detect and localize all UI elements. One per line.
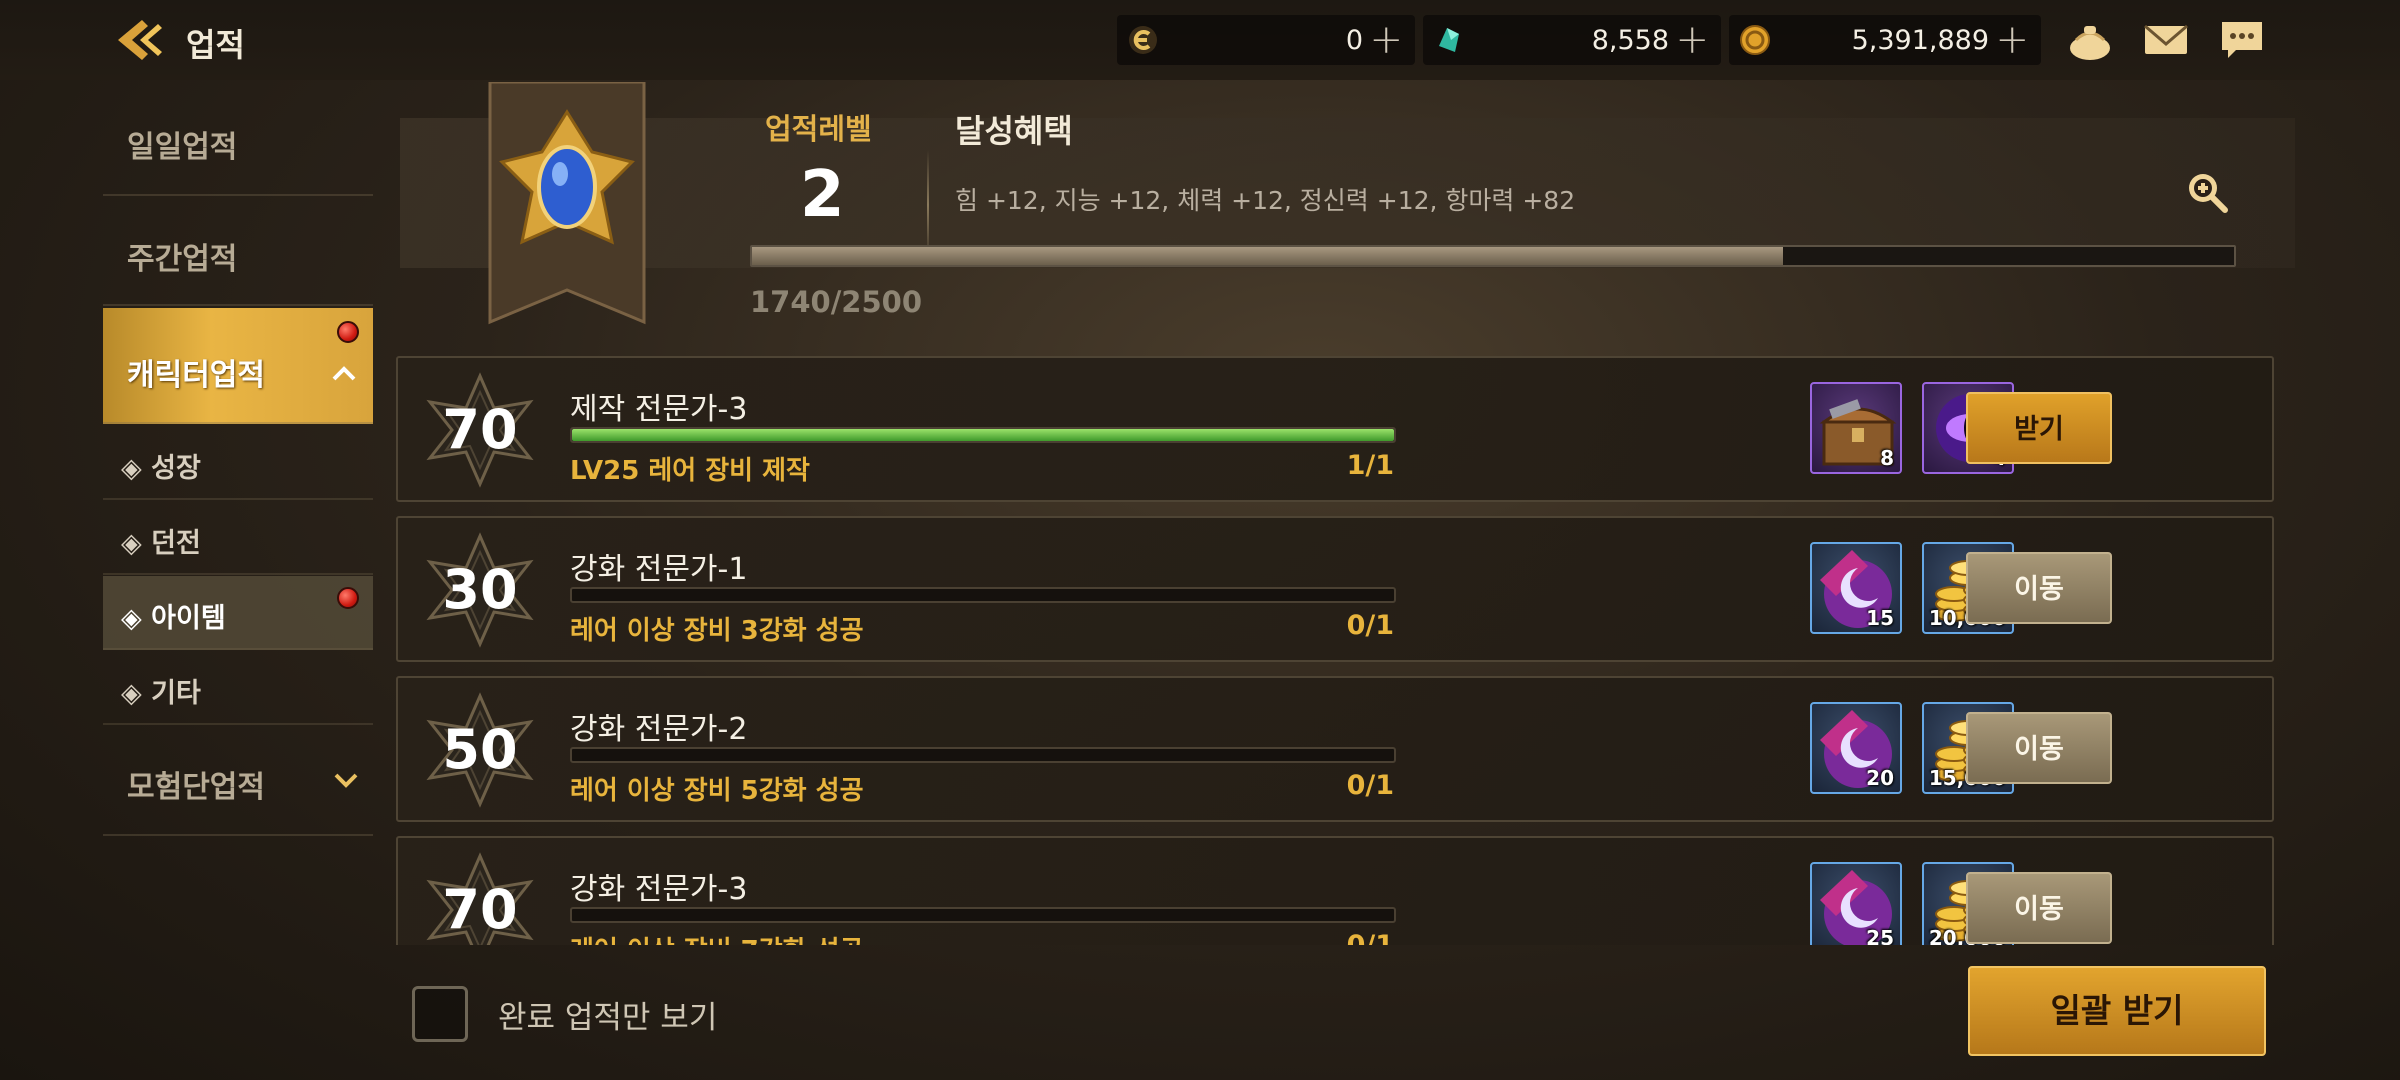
divider [927,150,929,260]
page-title: 업적 [186,26,245,64]
chevron-down-icon [334,773,358,788]
level-progress-fill [752,247,1784,265]
reward-quantity: 20 [1866,766,1894,790]
achievement-card: 30강화 전문가-1레어 이상 장비 3강화 성공0/11510,000이동 [396,516,2274,662]
achievement-progress-bar [570,907,1396,923]
mail-icon[interactable] [2142,16,2190,64]
c-coin-icon [1129,26,1157,54]
green-crystal-icon [1439,28,1459,52]
sidebar-subitem-growth[interactable]: ◈ 성장 [103,426,373,500]
sidebar-subitem-label: ◈ 성장 [121,453,201,484]
treasure-chest-icon[interactable]: 8 [1810,382,1902,474]
sidebar-item-label: 모험단업적 [127,770,265,805]
achievement-description: 레어 이상 장비 7강화 성공 [570,930,864,945]
sidebar-subitem-label: ◈ 아이템 [121,603,226,634]
gold-coin-icon [1740,25,1770,55]
achievement-description: 레어 이상 장비 5강화 성공 [570,776,864,806]
achievement-description: LV25 레어 장비 제작 [570,456,810,486]
achievement-name: 강화 전문가-3 [570,872,748,907]
sidebar-subitem-other[interactable]: ◈ 기타 [103,651,373,725]
achievement-card: 50강화 전문가-2레어 이상 장비 5강화 성공0/12015,000이동 [396,676,2274,822]
completed-only-checkbox[interactable] [412,986,468,1042]
sidebar-item-daily[interactable]: 일일업적 [103,92,373,196]
bag-icon[interactable] [2066,16,2114,64]
completed-only-label: 완료 업적만 보기 [498,1000,718,1036]
add-currency-button[interactable]: + [1675,17,1709,63]
sidebar-item-weekly[interactable]: 주간업적 [103,198,373,306]
achievement-name: 강화 전문가-2 [570,712,748,747]
achievement-name: 제작 전문가-3 [570,392,748,427]
achievement-points: 30 [442,558,518,621]
reward-quantity: 8 [1880,446,1894,470]
character-ticket-icon[interactable]: 20 [1810,702,1902,794]
character-ticket-icon[interactable]: 15 [1810,542,1902,634]
level-value: 2 [800,158,845,232]
reward-quantity: 15 [1866,606,1894,630]
achievement-progress-bar [570,587,1396,603]
achievement-emblem-icon [488,82,646,325]
sidebar-item-label: 일일업적 [127,130,238,165]
back-arrow-icon[interactable] [112,16,168,64]
reward-quantity: 25 [1866,926,1894,945]
notification-dot [337,587,359,609]
sidebar-item-character[interactable]: 캐릭터업적 [103,308,373,424]
achievement-list[interactable]: 70제작 전문가-3LV25 레어 장비 제작1/184받기30강화 전문가-1… [392,352,2278,945]
benefit-title: 달성혜택 [955,112,1073,150]
chevron-up-icon [332,366,356,381]
character-ticket-icon[interactable]: 25 [1810,862,1902,945]
achievement-count: 0/1 [1346,610,1394,641]
currency-c-coin: 0 + [1117,15,1415,65]
achievement-progress-bar [570,427,1396,443]
sidebar-subitem-label: ◈ 던전 [121,528,201,559]
move-button[interactable]: 이동 [1966,712,2112,784]
achievement-count: 0/1 [1346,770,1394,801]
achievement-count: 1/1 [1346,450,1394,481]
level-progress-text: 1740/2500 [750,285,923,319]
level-progress-bar [750,245,2236,267]
achievement-points: 70 [442,878,518,941]
sidebar-item-adventure[interactable]: 모험단업적 [103,726,373,836]
notification-dot [337,321,359,343]
currency-value: 0 [1345,25,1363,56]
top-bar: 업적 0 + 8,558 + 5,391,889 + [0,0,2400,80]
achievement-card: 70강화 전문가-3레어 이상 장비 7강화 성공0/12520,000이동 [396,836,2274,945]
chat-icon[interactable] [2218,16,2266,64]
claim-all-button[interactable]: 일괄 받기 [1968,966,2266,1056]
achievement-points: 70 [442,398,518,461]
benefit-text: 힘 +12, 지능 +12, 체력 +12, 정신력 +12, 항마력 +82 [955,186,1576,215]
achievement-description: 레어 이상 장비 3강화 성공 [570,616,864,646]
sidebar-subitem-item[interactable]: ◈ 아이템 [103,576,373,650]
achievement-progress-fill [572,429,1394,441]
currency-value: 5,391,889 [1851,25,1989,56]
sidebar-item-label: 주간업적 [127,242,238,277]
sidebar-subitem-dungeon[interactable]: ◈ 던전 [103,501,373,575]
currency-crystal: 8,558 + [1423,15,1721,65]
move-button[interactable]: 이동 [1966,552,2112,624]
achievement-name: 강화 전문가-1 [570,552,748,587]
level-label: 업적레벨 [765,112,872,146]
add-currency-button[interactable]: + [1995,17,2029,63]
zoom-in-icon[interactable] [2183,168,2231,216]
currency-gold: 5,391,889 + [1729,15,2041,65]
achievement-card: 70제작 전문가-3LV25 레어 장비 제작1/184받기 [396,356,2274,502]
achievement-progress-bar [570,747,1396,763]
move-button[interactable]: 이동 [1966,872,2112,944]
sidebar-subitem-label: ◈ 기타 [121,678,201,709]
achievement-points: 50 [442,718,518,781]
add-currency-button[interactable]: + [1369,17,1403,63]
claim-button[interactable]: 받기 [1966,392,2112,464]
achievement-count: 0/1 [1298,930,1394,945]
sidebar-item-label: 캐릭터업적 [127,358,265,393]
currency-value: 8,558 [1591,25,1669,56]
